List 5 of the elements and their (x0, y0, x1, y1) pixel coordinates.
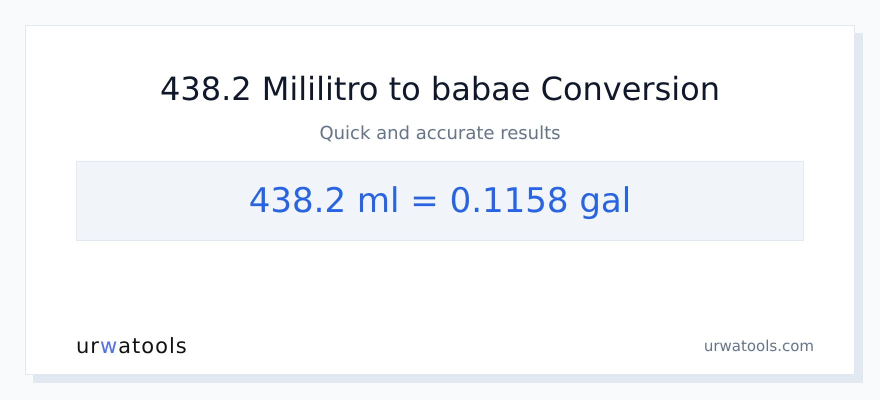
website-url: urwatools.com (704, 336, 814, 357)
page-title: 438.2 Mililitro to babae Conversion (159, 70, 721, 108)
logo: urwatools (76, 332, 188, 360)
subtitle: Quick and accurate results (318, 122, 562, 146)
conversion-result: 438.2 ml = 0.1158 gal (76, 161, 804, 242)
